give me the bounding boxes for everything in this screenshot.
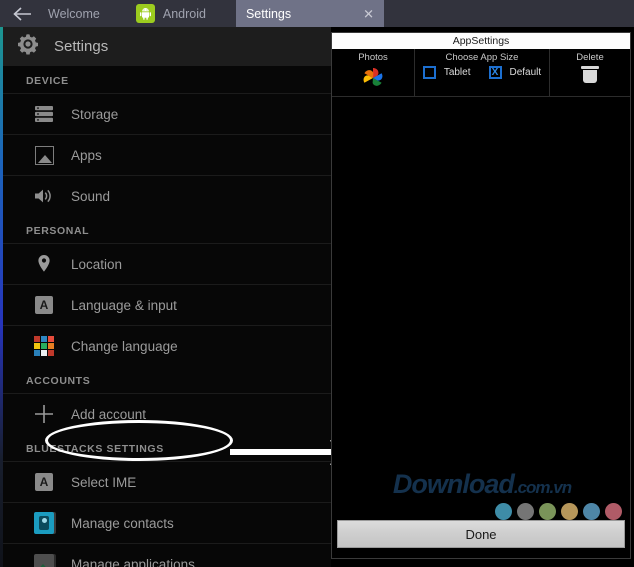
trash-icon[interactable] bbox=[581, 66, 599, 83]
sidebar-item-label: Select IME bbox=[71, 474, 137, 490]
back-button[interactable] bbox=[0, 0, 46, 27]
delete-label: Delete bbox=[576, 52, 604, 63]
watermark-dots bbox=[495, 503, 622, 520]
sidebar-item-manage-contacts[interactable]: Manage contacts bbox=[3, 502, 331, 543]
location-pin-icon bbox=[31, 251, 57, 277]
delete-cell[interactable]: Delete bbox=[550, 49, 630, 96]
sidebar-item-add-account[interactable]: Add account bbox=[3, 393, 331, 434]
plus-icon bbox=[31, 401, 57, 427]
sidebar-item-language-input[interactable]: A Language & input bbox=[3, 284, 331, 325]
flags-icon bbox=[31, 333, 57, 359]
photos-app-cell[interactable]: Photos bbox=[332, 49, 415, 96]
sidebar-item-manage-applications[interactable]: Manage applications bbox=[3, 543, 331, 567]
dialog-title: AppSettings bbox=[332, 33, 630, 49]
sidebar-item-label: Change language bbox=[71, 338, 178, 354]
close-icon[interactable]: ✕ bbox=[363, 7, 374, 20]
tab-android-label: Android bbox=[162, 6, 206, 21]
sound-icon bbox=[31, 183, 57, 209]
sidebar-item-location[interactable]: Location bbox=[3, 243, 331, 284]
language-a-icon: A bbox=[31, 292, 57, 318]
appsettings-dialog: AppSettings Photos Choose App Size Table… bbox=[331, 32, 631, 559]
manage-apps-icon bbox=[31, 551, 57, 567]
watermark-suffix: .com.vn bbox=[513, 478, 572, 497]
sidebar-item-sound[interactable]: Sound bbox=[3, 175, 331, 216]
done-button[interactable]: Done bbox=[337, 520, 625, 548]
sidebar-item-label: Manage applications bbox=[71, 556, 195, 567]
group-header-personal: PERSONAL bbox=[26, 225, 90, 237]
settings-sidebar[interactable]: DEVICE Storage Apps Sound PERSONAL Locat… bbox=[3, 66, 331, 567]
done-button-label: Done bbox=[465, 526, 497, 542]
sidebar-item-label: Location bbox=[71, 256, 123, 272]
browser-tab-strip: Welcome Android Settings ✕ bbox=[0, 0, 634, 27]
dialog-body: Download.com.vn Done bbox=[332, 97, 630, 554]
settings-header: Settings bbox=[3, 27, 331, 66]
page-title: Settings bbox=[54, 38, 109, 55]
tab-settings-label: Settings bbox=[245, 6, 292, 21]
storage-icon bbox=[31, 101, 57, 127]
tab-welcome-label: Welcome bbox=[48, 6, 100, 21]
gear-icon bbox=[15, 31, 41, 62]
group-header-accounts: ACCOUNTS bbox=[26, 375, 91, 387]
tab-welcome[interactable]: Welcome bbox=[46, 0, 126, 27]
dialog-toolbar: Photos Choose App Size Tablet X Default … bbox=[332, 49, 630, 97]
choose-app-size-label: Choose App Size bbox=[445, 52, 519, 63]
sidebar-item-change-language[interactable]: Change language bbox=[3, 325, 331, 366]
watermark: Download.com.vn bbox=[348, 469, 616, 500]
screenshot-root: Welcome Android Settings ✕ Settings DEVI… bbox=[0, 0, 634, 567]
photos-label: Photos bbox=[358, 52, 388, 63]
checkbox-default-label: Default bbox=[509, 67, 542, 78]
checkbox-default[interactable]: X bbox=[488, 66, 502, 79]
sidebar-item-label: Language & input bbox=[71, 297, 177, 313]
sidebar-item-storage[interactable]: Storage bbox=[3, 93, 331, 134]
checkbox-tablet[interactable] bbox=[422, 66, 436, 79]
tab-settings[interactable]: Settings ✕ bbox=[235, 0, 384, 27]
sidebar-item-label: Add account bbox=[71, 406, 147, 422]
checkbox-tablet-label: Tablet bbox=[443, 67, 471, 78]
sidebar-item-label: Sound bbox=[71, 188, 111, 204]
arrow-left-icon bbox=[13, 6, 33, 21]
android-robot-icon bbox=[135, 4, 155, 23]
sidebar-item-label: Storage bbox=[71, 106, 119, 122]
sidebar-item-apps[interactable]: Apps bbox=[3, 134, 331, 175]
choose-app-size-cell: Choose App Size Tablet X Default bbox=[415, 49, 550, 96]
watermark-main: Download bbox=[392, 469, 515, 499]
group-header-device: DEVICE bbox=[26, 75, 69, 87]
ime-a-icon: A bbox=[31, 469, 57, 495]
apps-icon bbox=[31, 142, 57, 168]
tab-android[interactable]: Android bbox=[126, 0, 236, 27]
sidebar-item-label: Apps bbox=[71, 147, 102, 163]
contacts-icon bbox=[31, 510, 57, 536]
photos-pinwheel-icon bbox=[360, 66, 386, 95]
sidebar-item-label: Manage contacts bbox=[71, 515, 174, 531]
